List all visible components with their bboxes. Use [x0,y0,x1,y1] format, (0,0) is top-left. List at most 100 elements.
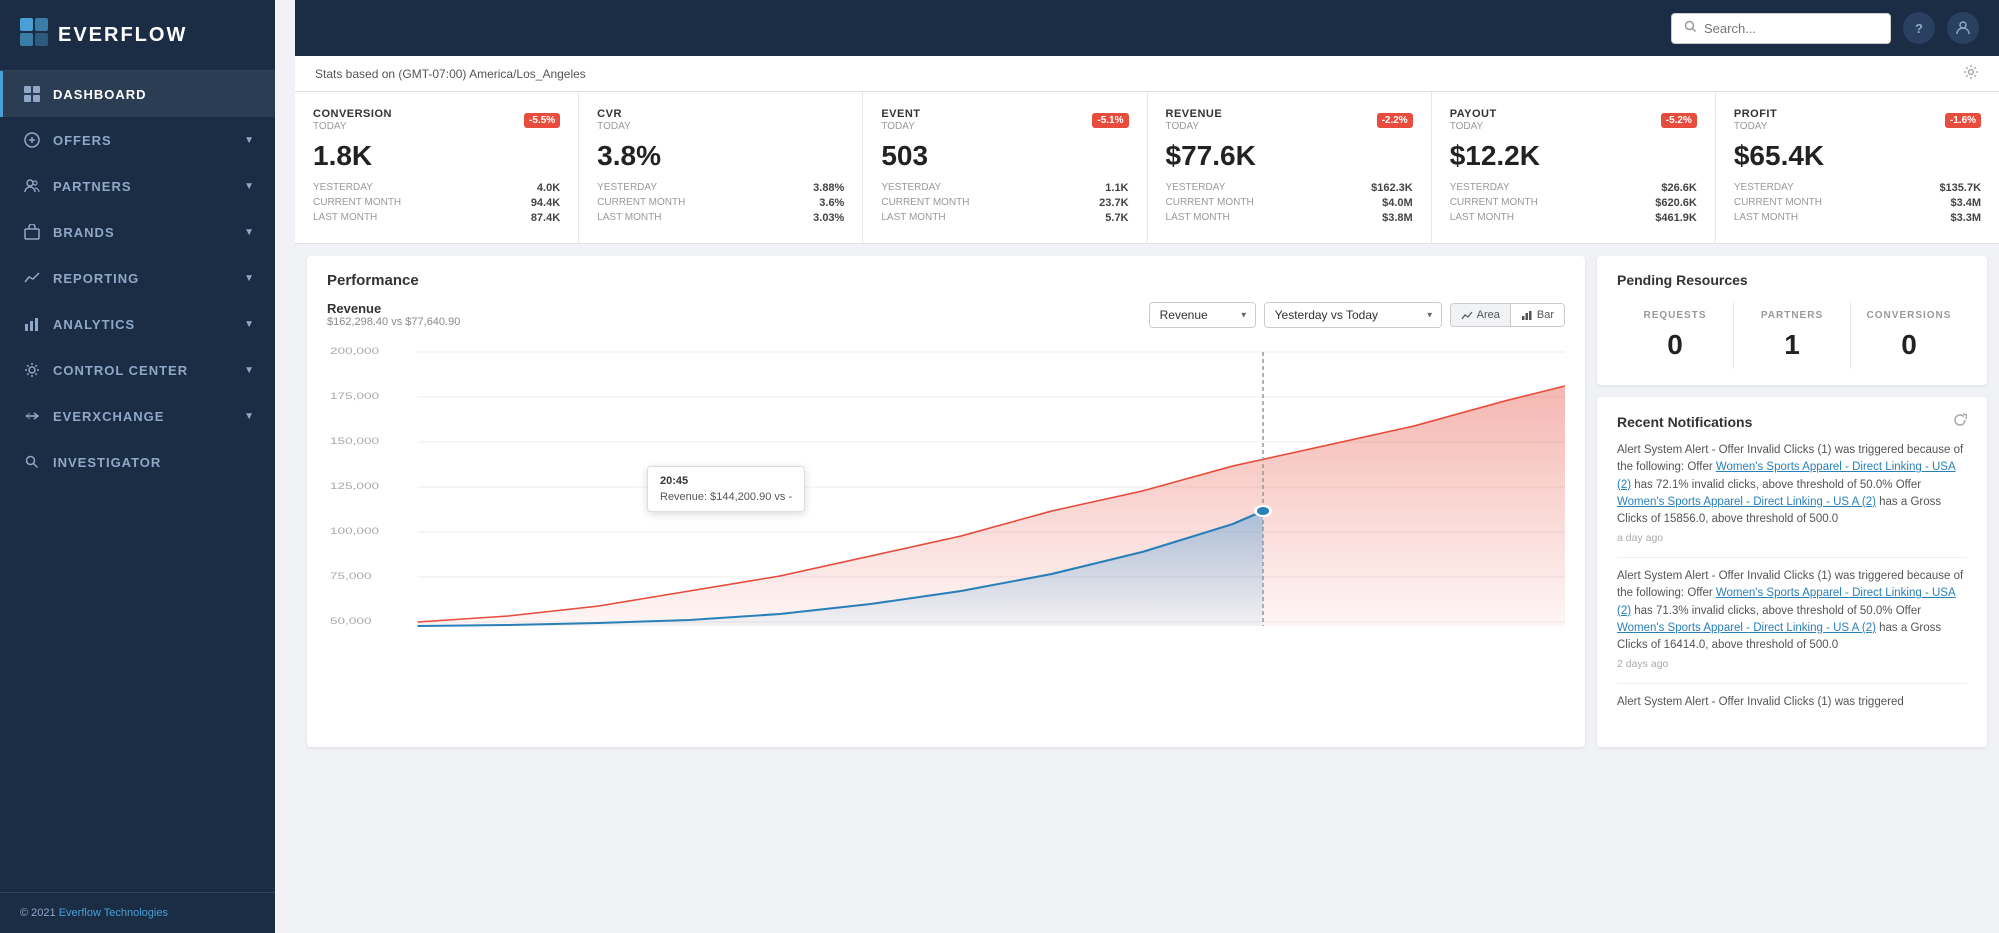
chart-controls: Revenue $162,298.40 vs $77,640.90 Revenu… [327,301,1565,328]
stat-row-value: $620.6K [1655,197,1697,209]
stat-card-rows: YESTERDAY $26.6K CURRENT MONTH $620.6K L… [1450,182,1697,224]
stat-card-rows: YESTERDAY $162.3K CURRENT MONTH $4.0M LA… [1166,182,1413,224]
sidebar-item-everxchange[interactable]: EVERXCHANGE ▼ [0,393,275,439]
stat-row: CURRENT MONTH $620.6K [1450,197,1697,209]
stat-card-event: EVENT TODAY -5.1% 503 YESTERDAY 1.1K CUR… [863,92,1147,243]
stat-row-label: CURRENT MONTH [1166,197,1254,209]
stat-card-header: PAYOUT TODAY -5.2% [1450,108,1697,132]
stat-row-label: CURRENT MONTH [1450,197,1538,209]
pending-col-conversions: CONVERSIONS 0 [1851,302,1967,369]
stat-card-value: 503 [881,140,1128,172]
period-select[interactable]: Yesterday vs Today Last Week vs This Wee… [1264,302,1442,328]
svg-text:50,000: 50,000 [330,617,372,626]
notifications-header: Recent Notifications [1617,413,1967,430]
sidebar-item-analytics[interactable]: ANALYTICS ▼ [0,301,275,347]
svg-text:175,000: 175,000 [330,392,379,401]
logo-text: EVERFLOW [58,24,187,47]
stat-row-value: $4.0M [1382,197,1413,209]
stats-timezone-text: Stats based on (GMT-07:00) America/Los_A… [315,67,586,81]
stat-row: LAST MONTH 87.4K [313,212,560,224]
stat-card-revenue: REVENUE TODAY -2.2% $77.6K YESTERDAY $16… [1148,92,1432,243]
brands-icon [23,223,41,241]
sidebar-label-brands: BRANDS [53,225,115,240]
brands-chevron: ▼ [244,227,255,238]
metric-select[interactable]: Revenue Conversions Clicks CVR [1149,302,1256,328]
sidebar-label-control-center: CONTROL CENTER [53,363,188,378]
stat-row: CURRENT MONTH $4.0M [1166,197,1413,209]
notification-text-mid: has 71.3% invalid clicks, above threshol… [1631,605,1921,617]
pending-col-label: REQUESTS [1617,310,1733,321]
stat-badge-2: -5.1% [1092,113,1128,128]
everxchange-icon [23,407,41,425]
stat-row-label: LAST MONTH [1734,212,1798,224]
sidebar-label-reporting: REPORTING [53,271,139,286]
partners-chevron: ▼ [244,181,255,192]
stat-row: CURRENT MONTH $3.4M [1734,197,1981,209]
help-button[interactable]: ? [1903,12,1935,44]
stat-card-value: $77.6K [1166,140,1413,172]
stat-badge-0: -5.5% [524,113,560,128]
sidebar-item-offers[interactable]: OFFERS ▼ [0,117,275,163]
stat-row: LAST MONTH 3.03% [597,212,844,224]
chart-right-controls: Revenue Conversions Clicks CVR Yesterday… [1149,302,1565,328]
notification-item-2: Alert System Alert - Offer Invalid Click… [1617,694,1967,721]
stat-row-value: $26.6K [1661,182,1696,194]
sidebar-item-control-center[interactable]: CONTROL CENTER ▼ [0,347,275,393]
performance-chart: 200,000 175,000 150,000 125,000 100,000 … [327,336,1565,656]
notification-link-2[interactable]: Women's Sports Apparel - Direct Linking … [1617,496,1876,508]
pending-col-value: 1 [1734,329,1850,361]
sidebar-item-brands[interactable]: BRANDS ▼ [0,209,275,255]
stat-row: CURRENT MONTH 23.7K [881,197,1128,209]
area-chart-button[interactable]: Area [1451,304,1511,326]
stat-row-value: $461.9K [1655,212,1697,224]
stat-card-subtitle: TODAY [1734,121,1777,132]
sidebar-item-reporting[interactable]: REPORTING ▼ [0,255,275,301]
pending-col-value: 0 [1617,329,1733,361]
sidebar-item-partners[interactable]: PARTNERS ▼ [0,163,275,209]
stat-card-value: 3.8% [597,140,844,172]
stat-card-profit: PROFIT TODAY -1.6% $65.4K YESTERDAY $135… [1716,92,1999,243]
stat-row: YESTERDAY $162.3K [1166,182,1413,194]
offers-chevron: ▼ [244,135,255,146]
stat-row: CURRENT MONTH 3.6% [597,197,844,209]
pending-resources-title: Pending Resources [1617,272,1967,288]
svg-text:100,000: 100,000 [330,527,379,536]
settings-icon[interactable] [1963,64,1979,83]
stat-row: LAST MONTH $3.8M [1166,212,1413,224]
chart-type-buttons: Area Bar [1450,303,1565,327]
bar-chart-button[interactable]: Bar [1511,304,1564,326]
stat-row-label: YESTERDAY [313,182,373,194]
stat-row-label: CURRENT MONTH [881,197,969,209]
stats-banner: Stats based on (GMT-07:00) America/Los_A… [295,56,1999,92]
stat-row-label: LAST MONTH [1166,212,1230,224]
stat-badge-5: -1.6% [1945,113,1981,128]
stat-card-subtitle: TODAY [597,121,631,132]
analytics-icon [23,315,41,333]
stat-row-label: LAST MONTH [881,212,945,224]
stat-card-subtitle: TODAY [1450,121,1497,132]
sidebar-item-investigator[interactable]: INVESTIGATOR [0,439,275,485]
notifications-panel: Recent Notifications Alert System Alert … [1597,397,1987,747]
stat-row-value: $3.8M [1382,212,1413,224]
stat-row: LAST MONTH $3.3M [1734,212,1981,224]
notification-link-2[interactable]: Women's Sports Apparel - Direct Linking … [1617,622,1876,634]
refresh-icon[interactable] [1953,413,1967,430]
footer-link[interactable]: Everflow Technologies [59,907,168,919]
svg-text:75,000: 75,000 [330,572,372,581]
stat-row-value: $135.7K [1939,182,1981,194]
stat-cards-container: CONVERSION TODAY -5.5% 1.8K YESTERDAY 4.… [295,92,1999,244]
control-center-icon [23,361,41,379]
search-input[interactable] [1704,21,1878,36]
sidebar-item-dashboard[interactable]: DASHBOARD [0,71,275,117]
stat-card-rows: YESTERDAY $135.7K CURRENT MONTH $3.4M LA… [1734,182,1981,224]
stat-row-value: $3.3M [1950,212,1981,224]
topbar: ? [295,0,1999,56]
pending-col-label: PARTNERS [1734,310,1850,321]
stat-card-subtitle: TODAY [881,121,920,132]
help-icon: ? [1915,21,1923,36]
stat-row-label: LAST MONTH [313,212,377,224]
user-menu-button[interactable] [1947,12,1979,44]
stat-row-label: CURRENT MONTH [1734,197,1822,209]
chart-metric-label: Revenue [327,301,460,316]
search-box[interactable] [1671,13,1891,44]
